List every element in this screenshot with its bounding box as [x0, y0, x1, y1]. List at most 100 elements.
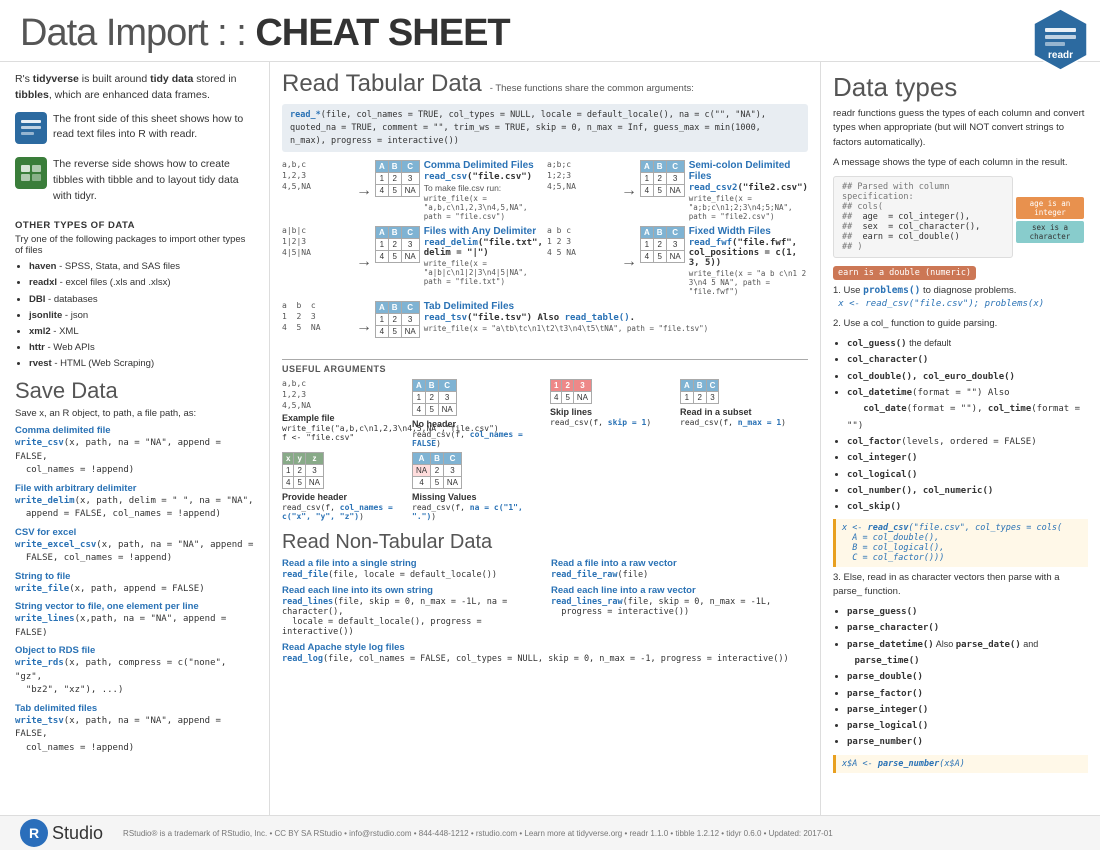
rstudio-text: Studio — [52, 823, 103, 844]
save-excel-code: write_excel_csv(x, path, na = "NA", appe… — [15, 539, 254, 566]
file-types-grid: a,b,c 1,2,3 4,5,NA → ABC 123 45NA Comma … — [282, 160, 808, 353]
title-bold: CHEAT SHEET — [255, 12, 509, 54]
list-item: col_integer() — [847, 450, 1088, 466]
nt-apache-log: Read Apache style log files read_log(fil… — [282, 642, 808, 664]
title-light: Data Import : : — [20, 12, 255, 54]
save-lines-code: write_lines(x,path, na = "NA", append = … — [15, 613, 254, 640]
list-item: col_character() — [847, 352, 1088, 368]
list-item: parse_character() — [847, 620, 1088, 636]
list-item: parse_number() — [847, 734, 1088, 750]
tsv-preview: a b c 1 2 3 4 5 NA — [282, 301, 347, 353]
file-type-tsv: a b c 1 2 3 4 5 NA → ABC 123 45NA Ta — [282, 301, 808, 353]
code-example-1: x <- read_csv("file.csv", col_types = co… — [833, 519, 1088, 567]
csv-table: ABC 123 45NA — [375, 160, 420, 197]
data-types-intro: readr functions guess the types of each … — [833, 107, 1088, 150]
rstudio-logo: R Studio — [20, 819, 103, 847]
readr-icon — [15, 112, 47, 144]
readr-badge-row: The front side of this sheet shows how t… — [15, 112, 254, 152]
save-intro: Save x, an R object, to path, a file pat… — [15, 408, 254, 419]
col-functions-list: col_guess() the default col_character() … — [833, 336, 1088, 515]
dt-point-2: 2. Use a col_ function to guide parsing. — [833, 317, 1088, 330]
list-item: col_double(), col_euro_double() — [847, 369, 1088, 385]
arrow-icon: → — [621, 253, 637, 271]
intro-text: R's tidyverse is built around tidy data … — [15, 72, 254, 104]
list-item: xml2 - XML — [29, 324, 254, 340]
list-item: parse_integer() — [847, 702, 1088, 718]
list-item: col_datetime(format = "") Also col_date(… — [847, 385, 1088, 434]
file-type-fwf: a b c 1 2 3 4 5 NA → ABC 123 45NA Fixed … — [547, 226, 808, 297]
main-content: R's tidyverse is built around tidy data … — [0, 62, 1100, 815]
save-title: Save Data — [15, 378, 254, 404]
csv-desc: Comma Delimited Files read_csv("file.csv… — [424, 160, 543, 222]
header: Data Import : : CHEAT SHEET readr — [0, 0, 1100, 62]
common-args: read_*(file, col_names = TRUE, col_types… — [282, 104, 808, 152]
right-column: Data types readr functions guess the typ… — [820, 62, 1100, 815]
delim-preview: a|b|c 1|2|3 4|5|NA — [282, 226, 347, 278]
save-rds-title: Object to RDS file — [15, 645, 254, 656]
readr-hex-logo: readr — [1033, 8, 1088, 71]
save-rds-code: write_rds(x, path, compress = c("none", … — [15, 657, 254, 698]
arg-skip-lines: 12345NA Skip lines read_csv(f, skip = 1) — [550, 379, 670, 448]
csv2-desc: Semi-colon Delimited Files read_csv2("fi… — [689, 160, 808, 222]
other-types-title: OTHER TYPES OF DATA — [15, 220, 254, 231]
list-item: col_skip() — [847, 499, 1088, 515]
tidyr-icon — [15, 157, 47, 189]
non-tabular-title: Read Non-Tabular Data — [282, 531, 808, 554]
list-item: col_factor(levels, ordered = FALSE) — [847, 434, 1088, 450]
tidyr-badge-row: The reverse side shows how to create tib… — [15, 157, 254, 212]
save-csv-code: write_csv(x, path, na = "NA", append = F… — [15, 437, 254, 478]
save-tsv-title: Tab delimited files — [15, 703, 254, 714]
save-tsv-code: write_tsv(x, path, na = "NA", append = F… — [15, 715, 254, 756]
save-section: Save Data Save x, an R object, to path, … — [15, 378, 254, 755]
non-tabular-section: Read Non-Tabular Data Read a file into a… — [282, 531, 808, 667]
tsv-table: ABC 123 45NA — [375, 301, 420, 338]
save-lines-title: String vector to file, one element per l… — [15, 601, 254, 612]
list-item: readxl - excel files (.xls and .xlsx) — [29, 275, 254, 291]
list-item: parse_logical() — [847, 718, 1088, 734]
arg-provide-header: xyz12345NA Provide header read_csv(f, co… — [282, 452, 402, 521]
list-item: jsonlite - json — [29, 308, 254, 324]
file-type-delim: a|b|c 1|2|3 4|5|NA → ABC 123 45NA Files … — [282, 226, 543, 297]
csv-preview: a,b,c 1,2,3 4,5,NA — [282, 160, 347, 212]
nt-raw-vector: Read a file into a raw vector read_file_… — [551, 558, 808, 580]
useful-args-section: USEFUL ARGUMENTS a,b,c 1,2,3 4,5,NA Exam… — [282, 359, 808, 521]
footer: R Studio RStudio® is a trademark of RStu… — [0, 815, 1100, 850]
delim-table: ABC 123 45NA — [375, 226, 420, 263]
csv2-preview: a;b;c 1;2;3 4;5,NA — [547, 160, 612, 212]
read-tabular-header: Read Tabular Data - These functions shar… — [282, 70, 808, 98]
read-tabular-subtitle: - These functions share the common argum… — [490, 83, 694, 94]
page: Data Import : : CHEAT SHEET readr R's ti… — [0, 0, 1100, 850]
list-item: parse_factor() — [847, 686, 1088, 702]
save-delim-title: File with arbitrary delimiter — [15, 483, 254, 494]
list-item: col_logical() — [847, 467, 1088, 483]
list-item: parse_double() — [847, 669, 1088, 685]
r-circle: R — [20, 819, 48, 847]
save-excel-title: CSV for excel — [15, 527, 254, 538]
data-types-title: Data types — [833, 72, 1088, 103]
age-annotation: age is an integer — [1016, 197, 1084, 219]
arg-no-header: ABC12345NA No header read_csv(f, col_nam… — [412, 379, 540, 448]
readr-desc: The front side of this sheet shows how t… — [53, 112, 254, 144]
read-tabular-title: Read Tabular Data — [282, 70, 482, 98]
middle-column: Read Tabular Data - These functions shar… — [270, 62, 820, 815]
save-string-code: write_file(x, path, append = FALSE) — [15, 583, 254, 597]
footer-text: RStudio® is a trademark of RStudio, Inc.… — [123, 829, 833, 838]
tsv-desc: Tab Delimited Files read_tsv("file.tsv")… — [424, 301, 808, 334]
fwf-preview: a b c 1 2 3 4 5 NA — [547, 226, 612, 278]
dt-point-1: 1. Use problems() to diagnose problems. … — [833, 284, 1088, 311]
arg-missing-values: ABCNA2345NA Missing Values read_csv(f, n… — [412, 452, 540, 521]
list-item: col_guess() the default — [847, 336, 1088, 352]
parsed-box: ## Parsed with column specification: ## … — [833, 176, 1013, 258]
fwf-desc: Fixed Width Files read_fwf("file.fwf", c… — [689, 226, 808, 297]
package-list: haven - SPSS, Stata, and SAS files readx… — [15, 259, 254, 372]
save-string-title: String to file — [15, 571, 254, 582]
arrow-icon: → — [356, 318, 372, 336]
useful-args-title: USEFUL ARGUMENTS — [282, 359, 808, 374]
data-types-sub: A message shows the type of each column … — [833, 156, 1088, 170]
csv2-table: ABC 123 45NA — [640, 160, 685, 197]
save-csv-title: Comma delimited file — [15, 425, 254, 436]
nt-single-string: Read a file into a single string read_fi… — [282, 558, 539, 580]
file-type-csv2: a;b;c 1;2;3 4;5,NA → ABC 123 45NA Semi-c… — [547, 160, 808, 222]
fwf-table: ABC 123 45NA — [640, 226, 685, 263]
arg-read-subset: ABC123 Read in a subset read_csv(f, n_ma… — [680, 379, 808, 448]
